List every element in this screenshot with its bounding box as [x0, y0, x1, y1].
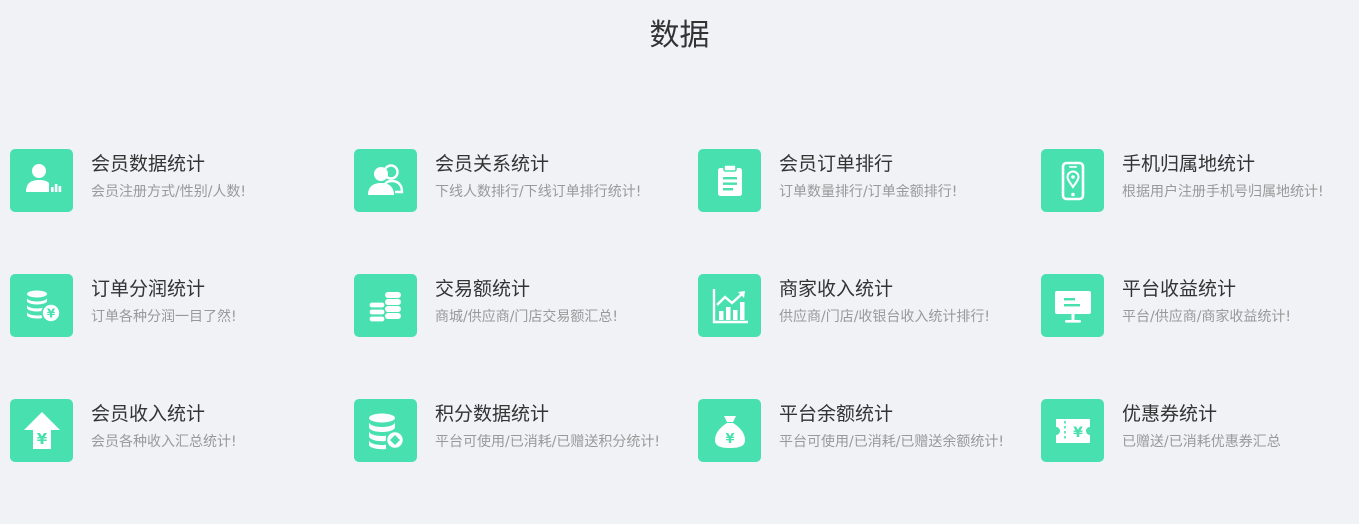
- card-desc: 订单数量排行/订单金额排行!: [779, 184, 958, 200]
- card-desc: 已赠送/已消耗优惠券汇总: [1122, 434, 1281, 450]
- users-group-icon: [354, 149, 417, 212]
- bar-chart-trend-icon: [698, 274, 761, 337]
- card-member-order-rank[interactable]: 会员订单排行 订单数量排行/订单金额排行!: [698, 149, 1041, 274]
- card-desc: 商城/供应商/门店交易额汇总!: [435, 309, 619, 325]
- coin-stacks-icon: [354, 274, 417, 337]
- coins-yuan-icon: ¥: [10, 274, 73, 337]
- card-desc: 订单各种分润一目了然!: [91, 309, 237, 325]
- card-member-data[interactable]: 会员数据统计 会员注册方式/性别/人数!: [10, 149, 354, 274]
- card-desc: 会员各种收入汇总统计!: [91, 434, 237, 450]
- card-member-relation[interactable]: 会员关系统计 下线人数排行/下线订单排行统计!: [354, 149, 698, 274]
- page-title: 数据: [649, 18, 710, 53]
- phone-location-icon: [1041, 149, 1104, 212]
- card-title: 会员订单排行: [779, 153, 894, 175]
- card-title: 积分数据统计: [435, 403, 550, 425]
- card-title: 会员收入统计: [91, 403, 206, 425]
- upload-yuan-icon: ¥: [10, 399, 73, 462]
- card-title: 平台收益统计: [1122, 278, 1237, 300]
- stats-grid: 会员数据统计 会员注册方式/性别/人数! 会员关系统计 下线人数排行/下线订单排…: [10, 149, 1359, 524]
- card-title: 优惠券统计: [1122, 403, 1218, 425]
- card-phone-location[interactable]: 手机归属地统计 根据用户注册手机号归属地统计!: [1041, 149, 1359, 274]
- card-desc: 根据用户注册手机号归属地统计!: [1122, 184, 1324, 200]
- card-platform-balance[interactable]: ¥ 平台余额统计 平台可使用/已消耗/已赠送余额统计!: [698, 399, 1041, 524]
- card-title: 订单分润统计: [91, 278, 206, 300]
- card-title: 商家收入统计: [779, 278, 894, 300]
- svg-text:¥: ¥: [46, 306, 55, 320]
- card-title: 会员关系统计: [435, 153, 550, 175]
- card-desc: 平台/供应商/商家收益统计!: [1122, 309, 1292, 325]
- card-points-data[interactable]: 积分数据统计 平台可使用/已消耗/已赠送积分统计!: [354, 399, 698, 524]
- coupon-ticket-icon: ¥: [1041, 399, 1104, 462]
- card-desc: 平台可使用/已消耗/已赠送积分统计!: [435, 434, 661, 450]
- card-desc: 下线人数排行/下线订单排行统计!: [435, 184, 642, 200]
- points-database-icon: [354, 399, 417, 462]
- card-desc: 会员注册方式/性别/人数!: [91, 184, 247, 200]
- card-title: 手机归属地统计: [1122, 153, 1256, 175]
- card-desc: 平台可使用/已消耗/已赠送余额统计!: [779, 434, 1005, 450]
- svg-text:¥: ¥: [725, 432, 734, 447]
- monitor-icon: [1041, 274, 1104, 337]
- card-merchant-income[interactable]: 商家收入统计 供应商/门店/收银台收入统计排行!: [698, 274, 1041, 399]
- card-member-income[interactable]: ¥ 会员收入统计 会员各种收入汇总统计!: [10, 399, 354, 524]
- card-platform-earnings[interactable]: 平台收益统计 平台/供应商/商家收益统计!: [1041, 274, 1359, 399]
- money-bag-icon: ¥: [698, 399, 761, 462]
- card-transaction-volume[interactable]: 交易额统计 商城/供应商/门店交易额汇总!: [354, 274, 698, 399]
- card-title: 平台余额统计: [779, 403, 894, 425]
- card-title: 交易额统计: [435, 278, 531, 300]
- svg-text:¥: ¥: [36, 430, 47, 448]
- clipboard-icon: [698, 149, 761, 212]
- card-coupon[interactable]: ¥ 优惠券统计 已赠送/已消耗优惠券汇总: [1041, 399, 1359, 524]
- member-chart-icon: [10, 149, 73, 212]
- card-order-profit-share[interactable]: ¥ 订单分润统计 订单各种分润一目了然!: [10, 274, 354, 399]
- svg-text:¥: ¥: [1073, 425, 1083, 441]
- card-title: 会员数据统计: [91, 153, 206, 175]
- card-desc: 供应商/门店/收银台收入统计排行!: [779, 309, 991, 325]
